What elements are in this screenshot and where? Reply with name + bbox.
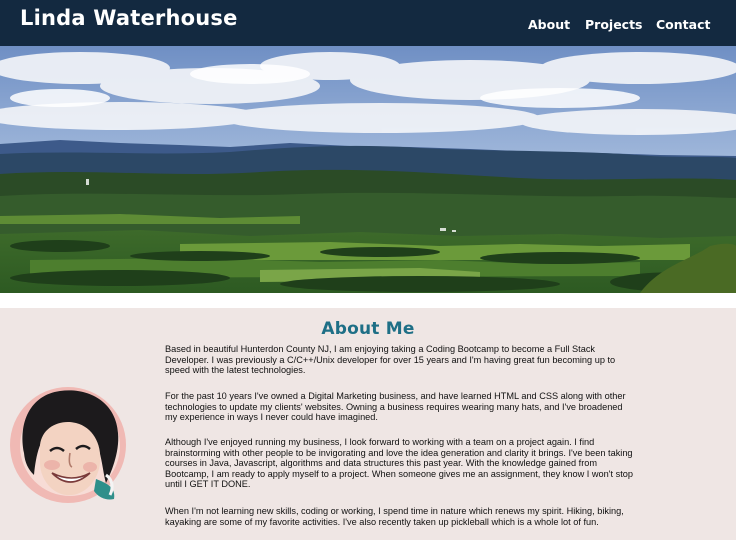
hero-landscape-image — [0, 46, 736, 293]
brand-name[interactable]: Linda Waterhouse — [20, 6, 238, 30]
about-paragraph-4: When I'm not learning new skills, coding… — [165, 506, 624, 527]
caricature-avatar — [10, 383, 132, 509]
about-paragraph-2: For the past 10 years I've owned a Digit… — [165, 391, 626, 423]
about-paragraph-1: Based in beautiful Hunterdon County NJ, … — [165, 344, 616, 376]
site-header: Linda Waterhouse About Projects Contact — [0, 0, 736, 46]
avatar-portrait — [10, 387, 126, 503]
about-paragraph-3: Although I've enjoyed running my busines… — [165, 437, 633, 490]
nav-link-contact[interactable]: Contact — [656, 17, 710, 32]
about-title: About Me — [321, 319, 415, 339]
nav-link-projects[interactable]: Projects — [585, 17, 643, 32]
nav-link-about[interactable]: About — [528, 17, 570, 32]
about-section: About Me Based in beautiful Hunterdon Co… — [0, 308, 736, 540]
section-divider — [0, 293, 736, 308]
landscape-illustration — [0, 46, 736, 293]
